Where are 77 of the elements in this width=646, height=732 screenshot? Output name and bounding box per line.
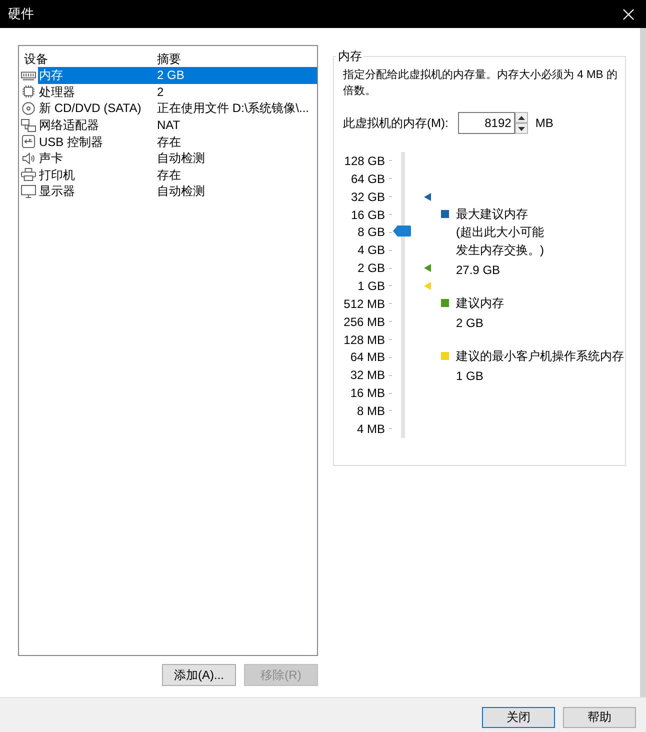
tick-label: 16 GB bbox=[350, 208, 385, 222]
tick-label: 4 GB bbox=[358, 243, 385, 258]
tick-mark bbox=[389, 321, 392, 322]
legend-title: 建议内存 bbox=[456, 295, 504, 312]
tick-label: 128 GB bbox=[344, 154, 385, 168]
memory-input[interactable]: 8192 bbox=[458, 112, 516, 134]
close-dialog-button[interactable]: 关闭 bbox=[482, 707, 555, 728]
tick-label: 4 MB bbox=[356, 422, 385, 436]
tick-label: 32 GB bbox=[350, 190, 385, 204]
add-button[interactable]: 添加(A)... bbox=[162, 664, 236, 686]
close-icon bbox=[622, 8, 634, 20]
device-name: 新 CD/DVD (SATA) bbox=[38, 100, 142, 116]
tick-label: 8 MB bbox=[356, 404, 385, 418]
caret-down-icon bbox=[518, 126, 526, 130]
tick-mark bbox=[389, 356, 392, 358]
device-row[interactable]: 处理器 2 bbox=[38, 84, 317, 100]
tick-mark bbox=[389, 339, 392, 340]
device-summary: 2 bbox=[157, 84, 165, 100]
processor-chip-icon bbox=[21, 85, 36, 98]
device-row[interactable]: USB 控制器 存在 bbox=[38, 133, 317, 150]
tick-label: 64 MB bbox=[350, 350, 385, 364]
device-summary: NAT bbox=[157, 117, 182, 134]
device-name: 网络适配器 bbox=[38, 117, 100, 134]
device-row[interactable]: 显示器 自动检测 bbox=[38, 183, 317, 200]
device-summary: 存在 bbox=[157, 166, 182, 183]
device-name: 显示器 bbox=[38, 183, 76, 200]
unit-label: MB bbox=[535, 116, 554, 130]
network-icon bbox=[21, 118, 36, 132]
tick-label: 256 MB bbox=[344, 314, 385, 329]
caret-up-icon bbox=[518, 116, 526, 120]
tick-label: 8 GB bbox=[358, 225, 385, 240]
device-name: 打印机 bbox=[38, 166, 76, 183]
tick-label: 128 MB bbox=[344, 332, 385, 347]
device-summary: 存在 bbox=[157, 134, 182, 150]
disc-icon bbox=[21, 102, 36, 115]
device-summary: 自动检测 bbox=[157, 183, 206, 200]
tick-mark bbox=[389, 196, 392, 198]
help-button[interactable]: 帮助 bbox=[563, 707, 636, 728]
window-title: 硬件 bbox=[8, 6, 34, 22]
legend-value: 2 GB bbox=[456, 315, 484, 332]
memory-label: 此虚拟机的内存(M): bbox=[343, 114, 448, 132]
tick-label: 2 GB bbox=[358, 261, 385, 276]
tick-mark bbox=[389, 214, 392, 215]
printer-icon bbox=[21, 168, 36, 182]
tick-label: 512 MB bbox=[344, 296, 385, 311]
legend-note: (超出此大小可能发生内存交换。) bbox=[456, 224, 545, 259]
device-summary: 正在使用文件 D:\系统镜像\... bbox=[157, 100, 310, 116]
device-row[interactable]: 声卡 自动检测 bbox=[38, 150, 317, 167]
arrow-box-icon bbox=[21, 135, 36, 148]
device-name: USB 控制器 bbox=[38, 134, 104, 150]
monitor-icon bbox=[21, 184, 36, 198]
tick-label: 1 GB bbox=[358, 278, 385, 293]
tick-label: 32 MB bbox=[350, 368, 385, 382]
legend-title: 最大建议内存 bbox=[456, 206, 528, 223]
device-name: 内存 bbox=[38, 67, 64, 84]
tick-mark bbox=[389, 232, 392, 233]
speaker-icon bbox=[21, 152, 36, 165]
device-row[interactable]: 网络适配器 NAT bbox=[38, 116, 317, 134]
legend-value: 1 GB bbox=[456, 368, 484, 385]
device-row[interactable]: 新 CD/DVD (SATA) 正在使用文件 D:\系统镜像\... bbox=[38, 100, 317, 117]
legend-value: 27.9 GB bbox=[456, 262, 502, 279]
group-title: 内存 bbox=[336, 48, 364, 64]
device-row[interactable]: 内存 2 GB bbox=[38, 67, 317, 84]
description-text: 指定分配给此虚拟机的内存量。内存大小必须为 4 MB 的倍数。 bbox=[343, 68, 618, 99]
device-summary: 自动检测 bbox=[157, 150, 206, 166]
column-header: 摘要 bbox=[157, 51, 182, 67]
tick-label: 16 MB bbox=[350, 386, 385, 400]
device-summary: 2 GB bbox=[157, 67, 186, 84]
slider-thumb[interactable] bbox=[393, 225, 411, 238]
legend-title: 建议的最小客户机操作系统内存 bbox=[456, 348, 624, 365]
device-row[interactable]: 打印机 存在 bbox=[38, 166, 317, 184]
device-name: 处理器 bbox=[38, 84, 76, 100]
device-name: 声卡 bbox=[38, 150, 64, 166]
spin-down-button[interactable] bbox=[515, 123, 528, 134]
spin-up-button[interactable] bbox=[515, 112, 528, 123]
tick-label: 64 GB bbox=[350, 172, 385, 186]
column-header: 设备 bbox=[23, 51, 49, 67]
